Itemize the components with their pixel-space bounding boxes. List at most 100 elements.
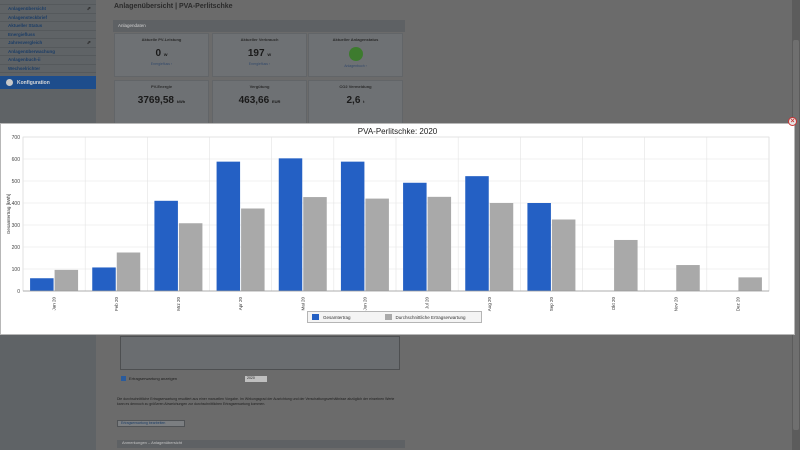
y-tick-label: 100 (12, 267, 21, 273)
legend-item-erwartung[interactable]: Durchschnittliche Ertragserwartung (381, 314, 466, 320)
sidebar-item-anlagenbuch[interactable]: Anlagenbuch-ii (0, 56, 96, 65)
sidebar-item-anlagenuebersicht[interactable]: Anlagenübersicht ⇗ (0, 5, 96, 14)
section-label: Anlagendaten (118, 23, 146, 28)
x-tick-label: Aug 20 (487, 297, 492, 312)
sidebar-item-label: Wechselrichter (8, 65, 41, 71)
tile-label: Vergütung (249, 84, 270, 89)
sidebar-item-jahresvergleich[interactable]: Jahresvergleich ⇗ (0, 39, 96, 48)
tile-verguetung: Vergütung 463,66 EUR (212, 80, 307, 124)
tile-pv-leistung: Aktuelle PV-Leistung 0 W Energiefluss › (114, 33, 209, 77)
y-tick-label: 400 (12, 201, 21, 207)
sidebar-item-label: Konfiguration (17, 79, 50, 86)
tile-value: 463,66 EUR (238, 95, 281, 106)
bar-ertragserwartung (365, 198, 389, 291)
tile-label: Aktueller Verbrauch (240, 37, 279, 42)
tile-pv-energie: PV-Energie 3769,58 kWh (114, 80, 209, 124)
bar-gesamtertrag (465, 176, 489, 291)
sidebar-item-anlagensteckbrief[interactable]: Anlagensteckbrief (0, 14, 96, 22)
y-axis-label: Gesamtertrag [kWh] (6, 194, 11, 234)
legend-item-gesamtertrag[interactable]: Gesamtertrag (308, 314, 351, 320)
sidebar-item-wechselrichter[interactable]: Wechselrichter (0, 65, 96, 73)
bar-gesamtertrag (340, 161, 365, 291)
tile-label: PV-Energie (150, 84, 173, 89)
sidebar-item-label: Anlagensteckbrief (8, 14, 48, 20)
background-chart (120, 336, 400, 370)
section-header[interactable]: Anlagendaten (113, 20, 405, 32)
legend-swatch (384, 314, 392, 320)
tile-value: 3769,58 kWh (137, 95, 186, 106)
x-tick-label: Apr 20 (238, 297, 243, 311)
y-tick-label: 200 (12, 245, 21, 251)
checkmark-icon (348, 47, 363, 61)
gear-icon (6, 79, 13, 86)
tile-value: 0 W (155, 48, 168, 59)
bar-gesamtertrag (403, 182, 427, 291)
y-tick-label: 0 (17, 289, 20, 295)
bar-gesamtertrag (30, 278, 54, 291)
legend-swatch (312, 314, 319, 320)
x-tick-label: Nov 20 (673, 297, 678, 312)
bar-gesamtertrag (527, 203, 551, 291)
sidebar-item-label: Energiefluss (8, 31, 36, 37)
bar-gesamtertrag (278, 158, 303, 291)
tile-link[interactable]: Energiefluss › (213, 62, 306, 66)
x-tick-label: Feb 20 (114, 297, 119, 312)
tile-verbrauch: Aktueller Verbrauch 197 W Energiefluss › (212, 33, 307, 77)
bar-chart: 0 100 200 300 400 500 600 700 Jan 20 Feb 20 Mrz 20… (6, 135, 770, 312)
bar-gesamtertrag (216, 161, 241, 291)
year-select[interactable]: 2020 (245, 376, 267, 382)
bar-ertragserwartung (178, 223, 203, 291)
footer-section-header[interactable]: Anmerkungen – Anlagenübersicht (117, 440, 405, 448)
sidebar-item-label: Anlagenbuch-ii (8, 57, 41, 63)
tile-value: 2,6 t (346, 95, 365, 106)
x-tick-label: Okt 20 (611, 297, 616, 311)
tile-label: Aktuelle PV-Leistung (141, 37, 182, 42)
x-tick-label: Mrz 20 (176, 297, 181, 311)
tile-anlagenstatus: Aktueller Anlagenstatus Anlagenbuch › (308, 33, 403, 77)
sidebar-item-konfiguration[interactable]: Konfiguration (0, 76, 96, 89)
sidebar-item-label: Anlagenübersicht (8, 6, 47, 12)
tile-label: CO2 Vermeidung (339, 84, 372, 89)
x-tick-label: Jun 20 (362, 297, 367, 311)
sidebar-item-energiefluss[interactable]: Energiefluss (0, 31, 96, 39)
bar-ertragserwartung (241, 208, 265, 291)
page-title: Anlagenübersicht | PVA-Perlitschke (114, 3, 233, 10)
chart-modal: × PVA-Perlitschke: 2020 0 100 200 300 400 500… (0, 117, 797, 335)
sidebar-item-label: Anlagenüberwachung (8, 48, 56, 54)
bar-ertragserwartung (738, 277, 762, 291)
legend-label: Gesamtertrag (323, 314, 351, 320)
checkbox-label: Ertragserwartung anzeigen (129, 376, 178, 381)
footnote: Die durchschnittliche Ertragserwartung r… (117, 397, 395, 406)
x-tick-label: Mai 20 (300, 297, 305, 311)
x-tick-label: Sep 20 (549, 297, 554, 312)
sidebar-item-anlagenueberwachung[interactable]: Anlagenüberwachung (0, 48, 96, 56)
tile-link[interactable]: Anlagenbuch › (309, 64, 402, 68)
x-tick-label: Jul 20 (425, 297, 430, 310)
tile-co2: CO2 Vermeidung 2,6 t (308, 80, 403, 124)
ertragserwartung-checkbox[interactable]: Ertragserwartung anzeigen (121, 376, 177, 381)
bar-ertragserwartung (54, 269, 79, 291)
bar-ertragserwartung (427, 196, 452, 291)
bar-gesamtertrag (92, 267, 116, 291)
edit-expectation-button[interactable]: Ertragserwartung bearbeiten (117, 420, 185, 427)
sidebar-item-label: Jahresvergleich (8, 40, 43, 46)
bar-ertragserwartung (551, 219, 576, 291)
tile-link[interactable]: Energiefluss › (115, 62, 208, 66)
x-tick-label: Jan 20 (52, 297, 57, 311)
y-tick-label: 500 (12, 179, 21, 185)
tile-value: 197 W (247, 48, 272, 59)
legend-label: Durchschnittliche Ertragserwartung (395, 314, 466, 320)
bar-ertragserwartung (303, 197, 327, 291)
tile-label: Aktueller Anlagenstatus (332, 37, 379, 42)
y-tick-label: 700 (12, 135, 21, 141)
sidebar-item-aktueller-status[interactable]: Aktueller Status (0, 22, 96, 31)
bar-ertragserwartung (676, 265, 700, 291)
external-link-icon: ⇗ (86, 5, 91, 12)
y-tick-label: 600 (12, 157, 21, 163)
bar-gesamtertrag (154, 200, 178, 291)
bar-ertragserwartung (116, 252, 141, 291)
bar-ertragserwartung (489, 203, 514, 291)
external-link-icon: ⇗ (86, 39, 91, 46)
bar-ertragserwartung (614, 239, 638, 291)
chart-legend: Gesamtertrag Durchschnittliche Ertragser… (307, 311, 482, 323)
